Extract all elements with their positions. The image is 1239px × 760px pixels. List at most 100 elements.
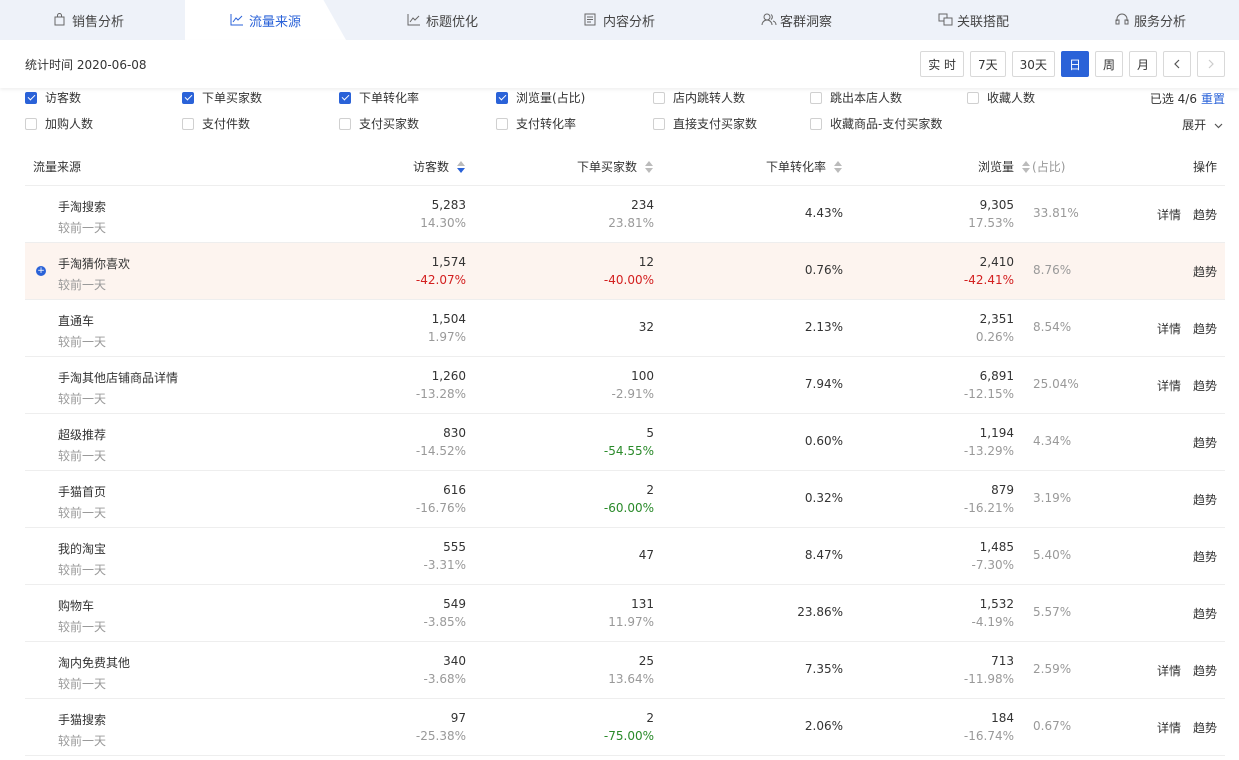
header-buyers[interactable]: 下单买家数: [577, 158, 653, 175]
checkbox-icon[interactable]: [339, 91, 351, 104]
checkbox-icon[interactable]: [967, 91, 979, 104]
trend-link[interactable]: 趋势: [1193, 605, 1217, 622]
trend-link[interactable]: 趋势: [1193, 719, 1217, 736]
header-visitors[interactable]: 访客数: [413, 158, 465, 175]
period-button-4[interactable]: 周: [1094, 51, 1123, 77]
tab-5[interactable]: 关联搭配: [885, 0, 1062, 40]
trend-link[interactable]: 趋势: [1193, 662, 1217, 679]
visitors-cell: 5,283 14.30%: [420, 198, 466, 230]
sort-icon[interactable]: [457, 160, 465, 173]
header-source: 流量来源: [33, 160, 82, 174]
tab-2[interactable]: 标题优化: [354, 0, 531, 40]
tab-6[interactable]: 服务分析: [1062, 0, 1239, 40]
chevron-right-icon[interactable]: [1197, 51, 1225, 77]
period-button-3[interactable]: 日: [1060, 51, 1089, 77]
header-pageviews[interactable]: 浏览量 (占比): [978, 158, 1065, 175]
checkbox-icon[interactable]: [182, 117, 194, 130]
table-body: 手淘搜索 较前一天 5,283 14.30% 234 23.81% 4.43% 9,305 17…: [25, 186, 1225, 756]
table-row: 我的淘宝 较前一天 555 -3.31% 47 8.47% 1,485 -7.30% 5.40%…: [25, 528, 1225, 585]
buyers-value: 12: [638, 255, 654, 269]
conversion-value: 2.13%: [804, 320, 843, 334]
metric-checkbox[interactable]: 支付转化率: [496, 115, 576, 132]
source-name: 手淘其他店铺商品详情: [58, 371, 179, 385]
metric-checkbox[interactable]: 收藏商品-支付买家数: [810, 115, 942, 132]
checkbox-icon[interactable]: [496, 117, 508, 130]
source-name: 购物车: [58, 599, 95, 613]
metric-checkbox[interactable]: 支付买家数: [339, 115, 419, 132]
detail-link[interactable]: 详情: [1157, 206, 1181, 223]
expand-button[interactable]: 展开: [1182, 116, 1223, 133]
trend-link[interactable]: 趋势: [1193, 320, 1217, 337]
selected-count: 已选 4/6: [1149, 92, 1197, 106]
period-button-5[interactable]: 月: [1128, 51, 1157, 77]
source-name: 超级推荐: [58, 428, 107, 442]
row-actions: 详情 趋势: [1157, 719, 1217, 736]
period-button-2[interactable]: 30天: [1011, 51, 1055, 77]
visitors-cell: 549 -3.85%: [424, 597, 466, 629]
detail-link[interactable]: 详情: [1157, 719, 1181, 736]
checkbox-icon[interactable]: [25, 117, 37, 130]
tab-1[interactable]: 流量来源: [177, 0, 354, 40]
tab-4[interactable]: 客群洞察: [708, 0, 885, 40]
metric-label: 收藏人数: [987, 91, 1036, 105]
trend-link[interactable]: 趋势: [1193, 548, 1217, 565]
expand-plus-icon[interactable]: +: [36, 266, 46, 276]
checkbox-icon[interactable]: [810, 91, 822, 104]
buyers-delta: -54.55%: [603, 444, 654, 458]
checkbox-icon[interactable]: [653, 117, 665, 130]
checkbox-icon[interactable]: [339, 117, 351, 130]
document-icon: [584, 13, 598, 27]
header-conversion-label: 下单转化率: [765, 160, 826, 174]
visitors-value: 5,283: [431, 198, 466, 212]
trend-link[interactable]: 趋势: [1193, 377, 1217, 394]
checkbox-icon[interactable]: [496, 91, 508, 104]
metric-checkbox[interactable]: 跳出本店人数: [810, 89, 902, 106]
period-button-1[interactable]: 7天: [970, 51, 1006, 77]
checkbox-icon[interactable]: [653, 91, 665, 104]
header-conversion[interactable]: 下单转化率: [766, 158, 842, 175]
source-cell: 超级推荐 较前一天: [58, 426, 106, 464]
checkbox-icon[interactable]: [810, 117, 822, 130]
metric-checkbox[interactable]: 支付件数: [182, 115, 250, 132]
trend-link[interactable]: 趋势: [1193, 206, 1217, 223]
pageviews-delta: -16.74%: [963, 729, 1014, 743]
pageviews-value: 184: [991, 711, 1014, 725]
detail-link[interactable]: 详情: [1157, 662, 1181, 679]
buyers-cell: 234 23.81%: [608, 198, 654, 230]
source-cell: 购物车 较前一天: [58, 597, 106, 635]
detail-link[interactable]: 详情: [1157, 377, 1181, 394]
checkbox-icon[interactable]: [182, 91, 194, 104]
header-pageviews-label: 浏览量: [978, 160, 1015, 174]
row-actions: 详情 趋势: [1157, 662, 1217, 679]
checkbox-icon[interactable]: [25, 91, 37, 104]
detail-link[interactable]: 详情: [1157, 320, 1181, 337]
trend-link[interactable]: 趋势: [1193, 434, 1217, 451]
metric-checkbox[interactable]: 下单买家数: [182, 89, 262, 106]
metric-checkbox[interactable]: 店内跳转人数: [653, 89, 745, 106]
source-name: 淘内免费其他: [58, 656, 131, 670]
sort-icon[interactable]: [1022, 160, 1031, 173]
buyers-cell: 100 -2.91%: [612, 369, 654, 401]
metric-checkbox[interactable]: 访客数: [25, 89, 81, 106]
metric-checkbox[interactable]: 收藏人数: [967, 89, 1035, 106]
metric-checkbox[interactable]: 下单转化率: [339, 89, 419, 106]
stat-bar: 统计时间 2020-06-08 实 时 7天 30天日周月: [0, 40, 1239, 88]
chevron-left-icon[interactable]: [1163, 51, 1191, 77]
row-actions: 趋势: [1193, 491, 1217, 508]
metric-label: 支付转化率: [516, 117, 577, 131]
trend-link[interactable]: 趋势: [1193, 491, 1217, 508]
sort-icon[interactable]: [834, 160, 842, 173]
row-actions: 详情 趋势: [1157, 206, 1217, 223]
period-button-0[interactable]: 实 时: [920, 51, 965, 77]
trend-link[interactable]: 趋势: [1193, 263, 1217, 280]
metric-checkbox[interactable]: 直接支付买家数: [653, 115, 757, 132]
reset-button[interactable]: 重置: [1201, 92, 1225, 106]
sort-icon[interactable]: [645, 160, 653, 173]
buyers-cell: 2 -75.00%: [604, 711, 654, 743]
metric-checkbox[interactable]: 加购人数: [25, 115, 93, 132]
metric-checkbox[interactable]: 浏览量(占比): [496, 89, 585, 106]
tab-0[interactable]: 销售分析: [0, 0, 177, 40]
metric-label: 店内跳转人数: [673, 91, 746, 105]
tab-3[interactable]: 内容分析: [531, 0, 708, 40]
pageviews-cell: 879 -16.21%: [964, 483, 1014, 515]
